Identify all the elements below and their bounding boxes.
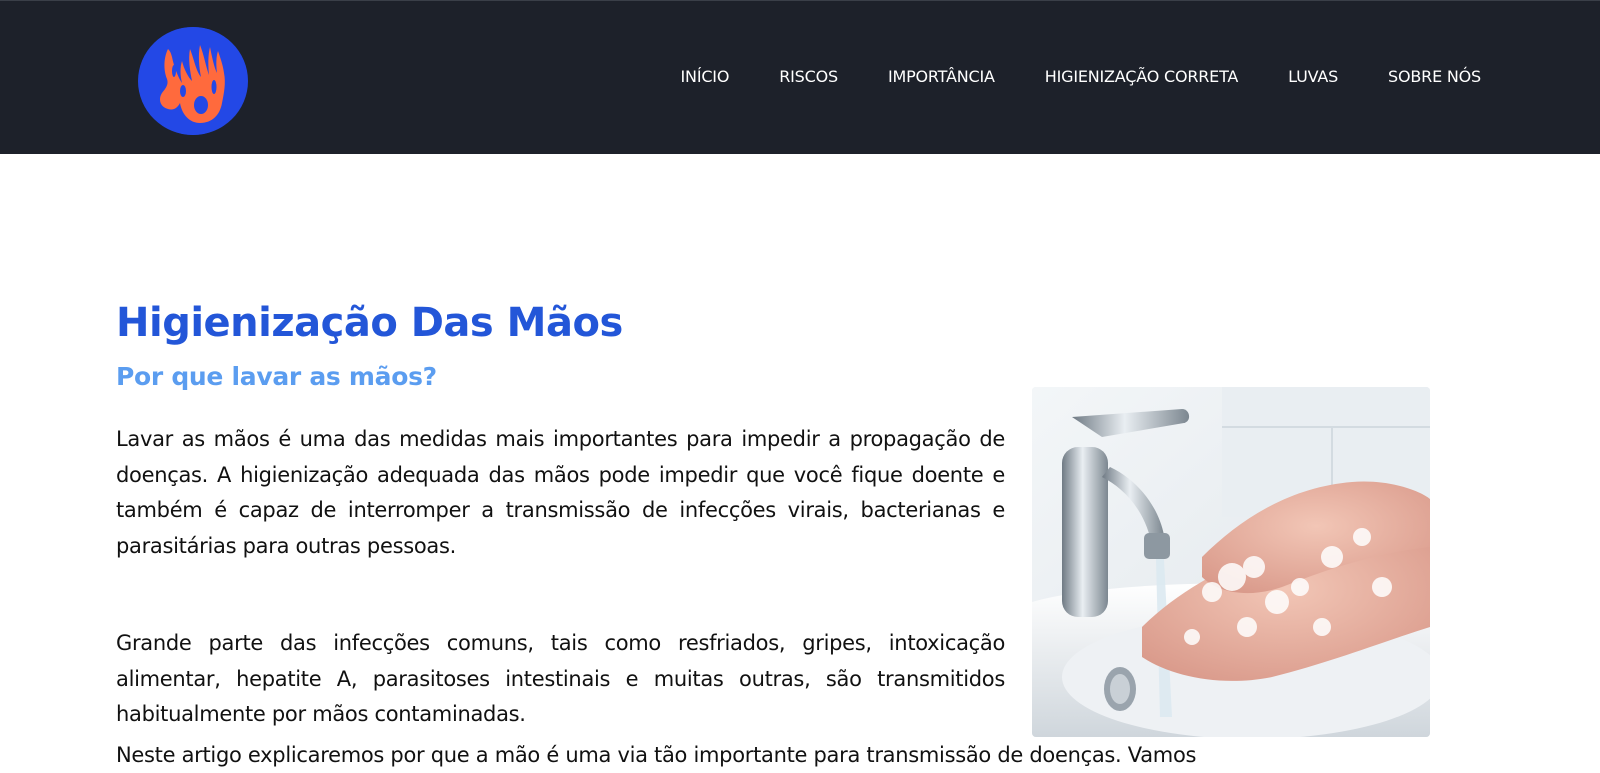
section-subtitle: Por que lavar as mãos? [116, 362, 437, 391]
nav-link-importancia[interactable]: IMPORTÂNCIA [888, 67, 995, 86]
page-title: Higienização Das Mãos [116, 300, 623, 346]
hand-washing-photo-icon [1032, 387, 1430, 737]
navbar: INÍCIO RISCOS IMPORTÂNCIA HIGIENIZAÇÃO C… [0, 0, 1600, 154]
hand-print-logo-icon[interactable] [138, 27, 248, 135]
paragraph-infections: Grande parte das infecções comuns, tais … [116, 631, 1005, 726]
nav-link-inicio[interactable]: INÍCIO [681, 67, 730, 86]
nav-link-riscos[interactable]: RISCOS [779, 67, 838, 86]
main-nav: INÍCIO RISCOS IMPORTÂNCIA HIGIENIZAÇÃO C… [681, 67, 1482, 86]
nav-link-luvas[interactable]: LUVAS [1288, 67, 1338, 86]
nav-link-sobre-nos[interactable]: SOBRE NÓS [1388, 67, 1481, 86]
nav-link-higienizacao-correta[interactable]: HIGIENIZAÇÃO CORRETA [1045, 67, 1239, 86]
paragraph-article: Neste artigo explicaremos por que a mão … [116, 743, 1197, 767]
paragraph-intro: Lavar as mãos é uma das medidas mais imp… [116, 427, 1005, 558]
